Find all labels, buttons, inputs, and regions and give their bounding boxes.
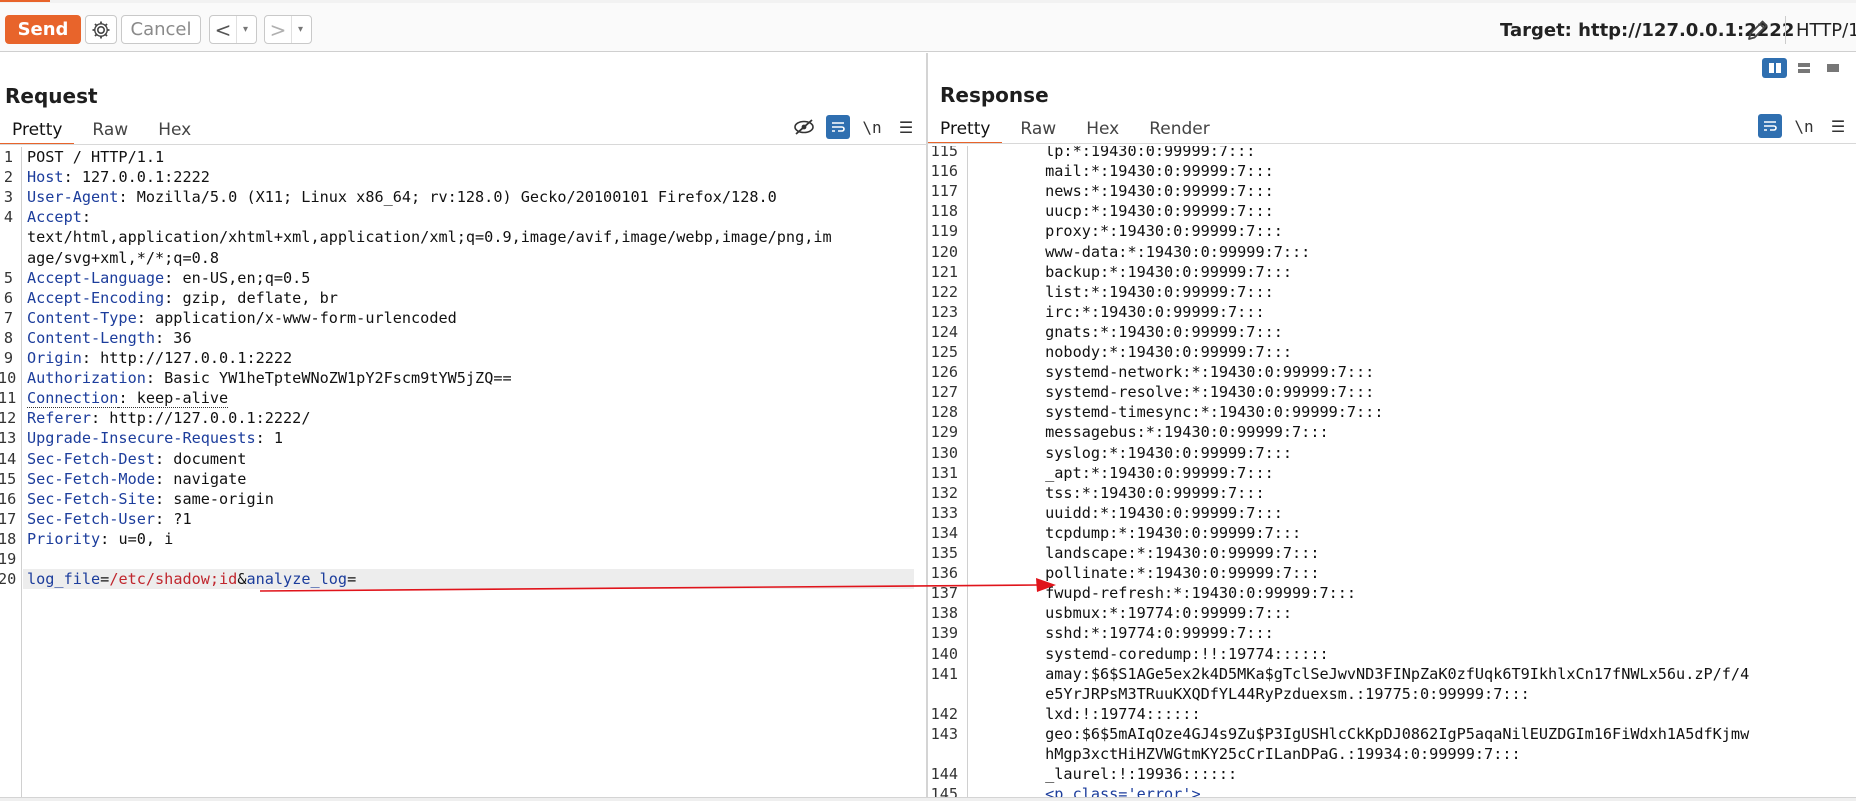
annotation-arrow bbox=[259, 578, 1056, 592]
